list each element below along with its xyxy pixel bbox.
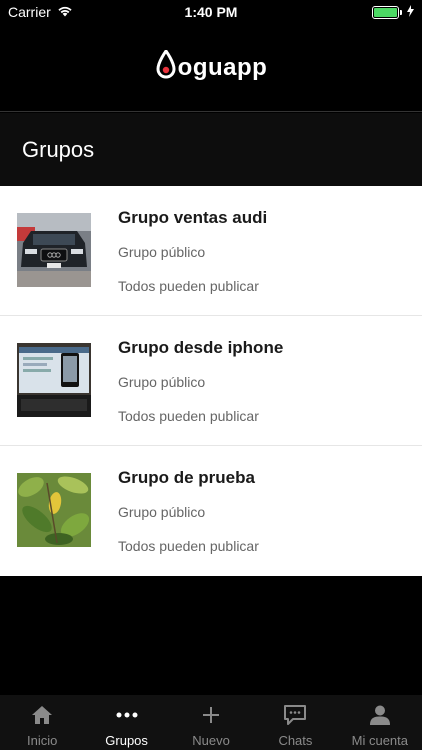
laptop-phone-photo-thumbnail (17, 343, 91, 417)
group-permission: Todos pueden publicar (118, 278, 259, 294)
group-name: Grupo desde iphone (118, 338, 284, 357)
group-permission: Todos pueden publicar (118, 538, 259, 554)
group-type: Grupo público (118, 244, 206, 260)
tab-label: Mi cuenta (351, 733, 409, 748)
user-icon (368, 703, 392, 727)
group-type: Grupo público (118, 504, 206, 520)
tab-bar: Inicio Grupos Nuevo Chats Mi cuenta (0, 695, 422, 750)
group-item[interactable]: Grupo ventas audi Grupo público Todos pu… (0, 186, 422, 316)
home-icon (30, 703, 54, 727)
tab-nuevo[interactable]: Nuevo (169, 695, 253, 750)
joguapp-drop-logo-icon (155, 48, 177, 85)
tab-label: Chats (278, 733, 313, 748)
app-logo: oguapp (155, 48, 268, 85)
group-name: Grupo ventas audi (118, 208, 268, 227)
group-item[interactable]: Grupo de prueba Grupo público Todos pued… (0, 446, 422, 576)
app-header: oguapp (0, 24, 422, 112)
group-list: Grupo ventas audi Grupo público Todos pu… (0, 186, 422, 576)
tab-mi-cuenta[interactable]: Mi cuenta (338, 695, 422, 750)
tab-inicio[interactable]: Inicio (0, 695, 84, 750)
group-name: Grupo de prueba (118, 468, 255, 487)
group-type: Grupo público (118, 374, 206, 390)
chat-bubble-icon (283, 703, 307, 727)
battery-level (374, 7, 397, 17)
tab-label: Nuevo (192, 733, 230, 748)
car-photo-thumbnail (17, 213, 91, 287)
tab-chats[interactable]: Chats (253, 695, 337, 750)
battery-icon (372, 5, 402, 19)
logo-text: oguapp (177, 53, 268, 81)
group-permission: Todos pueden publicar (118, 408, 259, 424)
leaves-photo-thumbnail (17, 473, 91, 547)
tab-label: Grupos (105, 733, 148, 748)
tab-grupos[interactable]: Grupos (84, 695, 168, 750)
status-bar: Carrier 1:40 PM (0, 0, 422, 24)
page-title: Grupos (22, 136, 95, 162)
more-dots-icon (115, 703, 139, 727)
clock: 1:40 PM (184, 4, 238, 20)
section-header: Grupos (0, 113, 422, 186)
tab-label: Inicio (27, 733, 58, 748)
group-item[interactable]: Grupo desde iphone Grupo público Todos p… (0, 316, 422, 446)
plus-icon (199, 703, 223, 727)
